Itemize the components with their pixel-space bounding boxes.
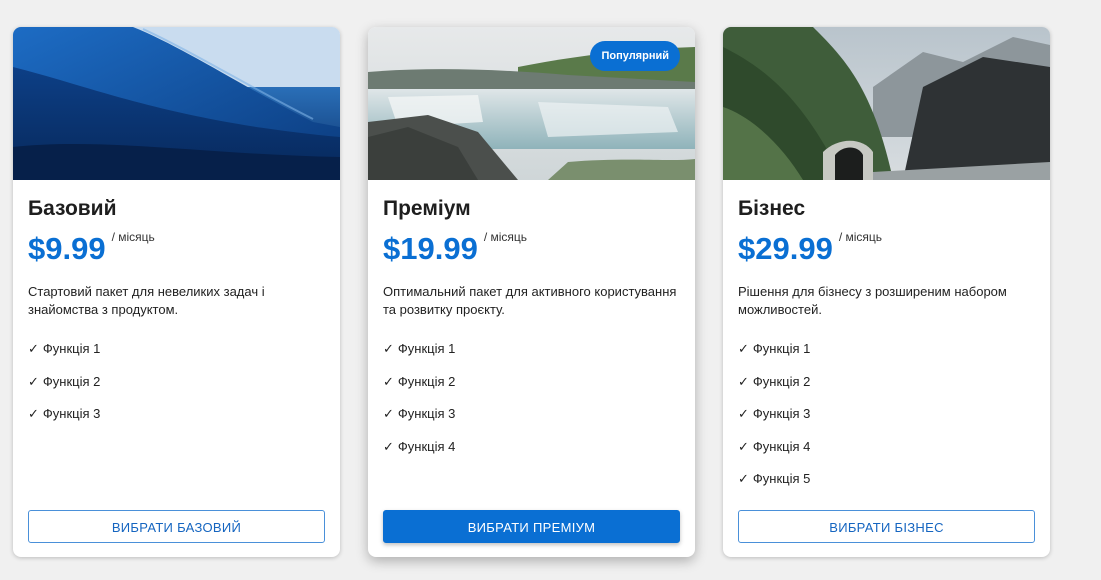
feature-item: ✓ Функція 2 [383, 373, 456, 389]
feature-item: ✓ Функція 2 [738, 373, 811, 389]
price-period: / місяць [838, 230, 883, 244]
feature-item: ✓ Функція 2 [28, 373, 101, 389]
feature-item: ✓ Функція 5 [738, 471, 811, 486]
select-basic-button[interactable]: ВИБРАТИ БАЗОВИЙ [28, 510, 325, 543]
popular-badge: Популярний [590, 41, 680, 71]
price-row: $29.99 / місяць [738, 230, 883, 267]
plan-card-premium: Популярний Преміум $19.99 / місяць Оптима… [368, 27, 695, 557]
feature-item: ✓ Функція 3 [28, 406, 101, 421]
feature-item: ✓ Функція 3 [383, 406, 456, 421]
price-row: $19.99 / місяць [383, 230, 528, 267]
plan-title: Базовий [28, 197, 117, 220]
check-icon: ✓ [738, 471, 749, 486]
check-icon: ✓ [383, 341, 394, 356]
select-business-button[interactable]: ВИБРАТИ БІЗНЕС [738, 510, 1035, 543]
check-icon: ✓ [738, 438, 749, 454]
check-icon: ✓ [738, 341, 749, 356]
check-icon: ✓ [28, 406, 39, 421]
feature-item: ✓ Функція 1 [738, 341, 811, 356]
check-icon: ✓ [28, 373, 39, 389]
check-icon: ✓ [738, 406, 749, 421]
price: $19.99 [383, 231, 478, 266]
feature-item: ✓ Функція 1 [28, 341, 101, 356]
check-icon: ✓ [28, 341, 39, 356]
price-period: / місяць [483, 230, 528, 244]
price-period: / місяць [111, 230, 155, 244]
plan-title: Преміум [383, 197, 471, 220]
plan-description: Стартовий пакет для невеликих задач і зн… [28, 284, 265, 317]
plan-card-business: Бізнес $29.99 / місяць Рішення для бізнес… [723, 27, 1050, 557]
feature-list: ✓ Функція 1 ✓ Функція 2 ✓ Функція 3 [28, 339, 100, 437]
feature-item: ✓ Функція 4 [738, 438, 811, 454]
check-icon: ✓ [383, 406, 394, 421]
mountain-tunnel-image [723, 27, 1050, 180]
price: $9.99 [28, 231, 106, 266]
check-icon: ✓ [383, 438, 394, 454]
ocean-wave-image [13, 27, 340, 180]
plan-title: Бізнес [738, 197, 806, 220]
check-icon: ✓ [738, 373, 749, 389]
price: $29.99 [738, 231, 833, 266]
feature-list: ✓ Функція 1 ✓ Функція 2 ✓ Функція 3 ✓ Функці… [383, 339, 455, 469]
feature-item: ✓ Функція 1 [383, 341, 456, 356]
feature-list: ✓ Функція 1 ✓ Функція 2 ✓ Функція 3 ✓ Функці… [738, 339, 810, 502]
plan-description: Оптимальний пакет для активного користув… [383, 284, 677, 317]
check-icon: ✓ [383, 373, 394, 389]
plan-card-basic: Базовий $9.99 / місяць Стартовий пакет дл… [13, 27, 340, 557]
feature-item: ✓ Функція 4 [383, 438, 456, 454]
price-row: $9.99 / місяць [28, 230, 155, 267]
plan-description: Рішення для бізнесу з розширеним набором… [738, 284, 1007, 317]
feature-item: ✓ Функція 3 [738, 406, 811, 421]
select-premium-button[interactable]: ВИБРАТИ ПРЕМІУМ [383, 510, 680, 543]
